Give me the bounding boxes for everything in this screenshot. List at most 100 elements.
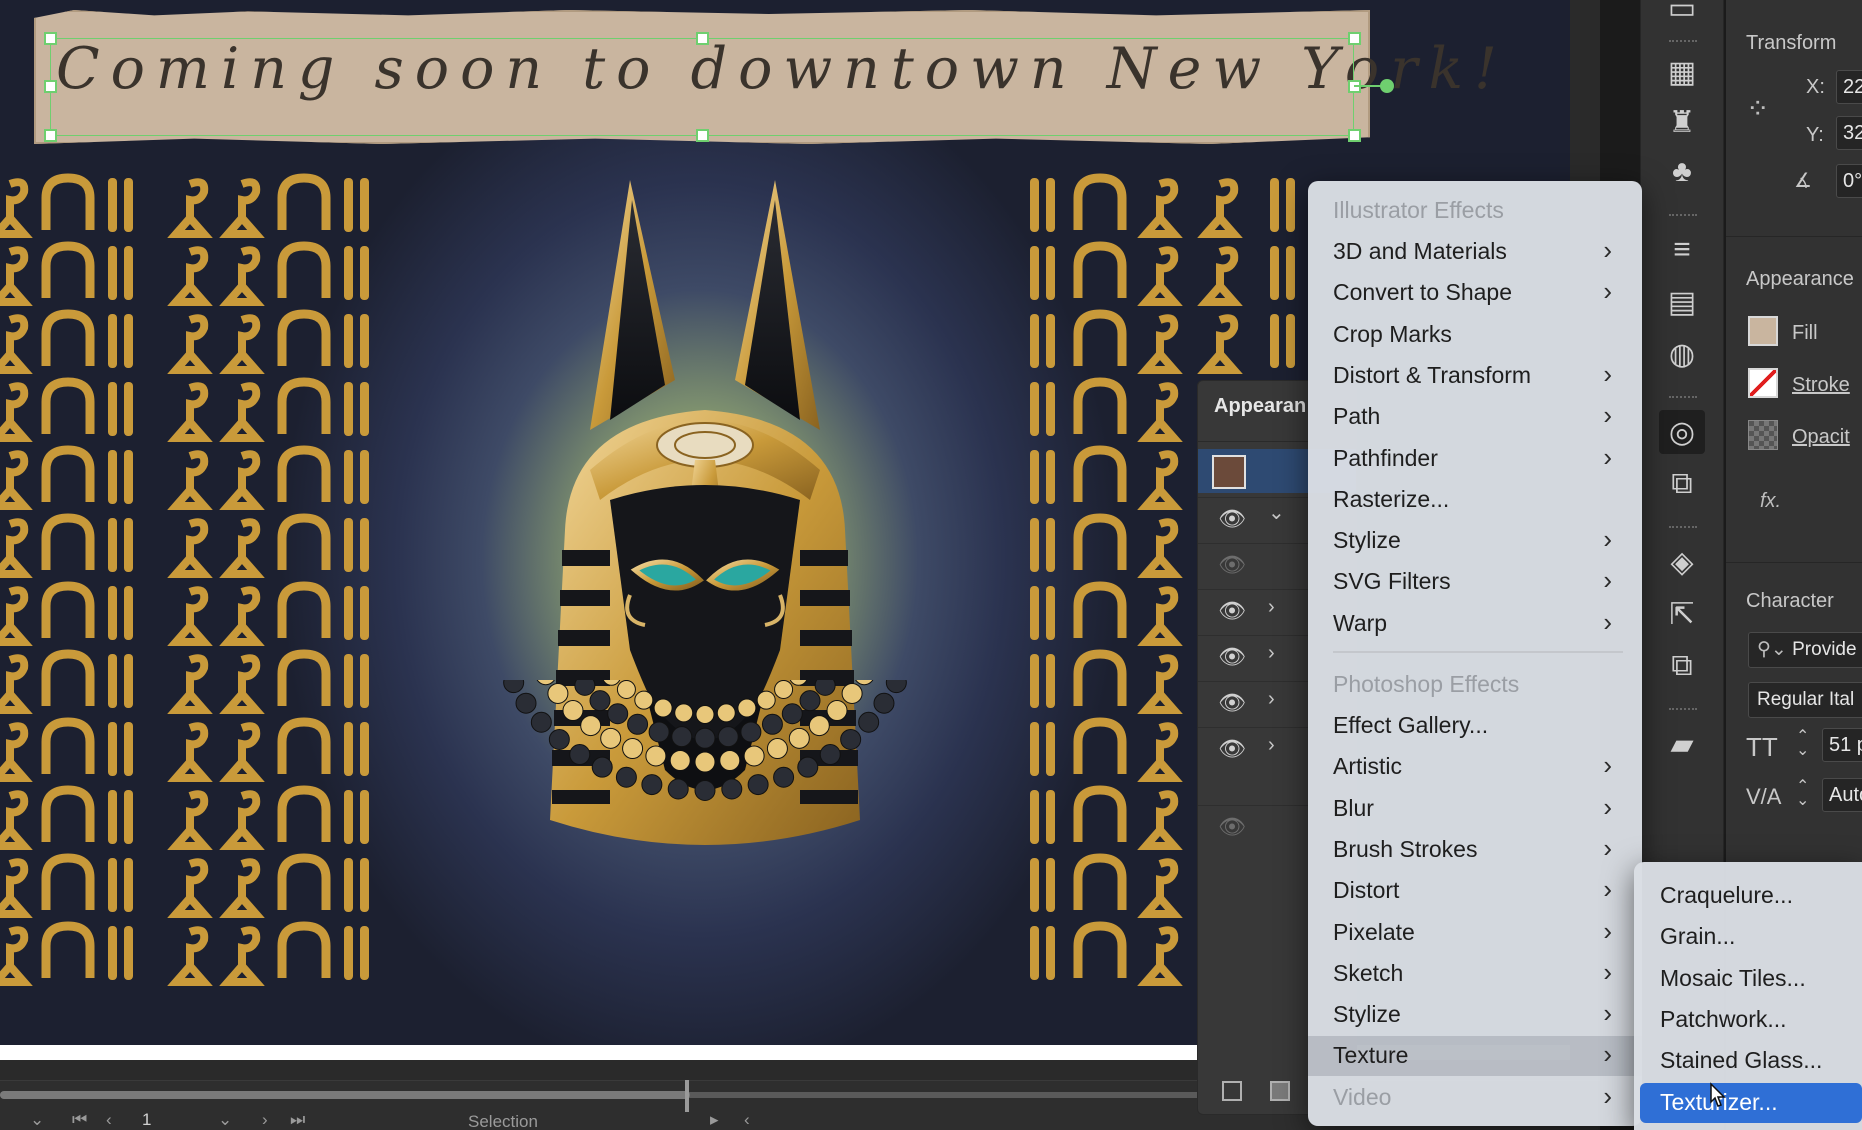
selection-handle-top-left[interactable] <box>44 32 57 45</box>
hieroglyph <box>344 382 369 436</box>
rotate-handle[interactable] <box>1380 79 1394 93</box>
visibility-eye-icon[interactable]: 👁 <box>1218 552 1246 578</box>
visibility-eye-icon[interactable]: 👁 <box>1218 690 1246 716</box>
texture-item-patchwork[interactable]: Patchwork... <box>1640 1000 1862 1040</box>
horizontal-scrollbar-thumb[interactable] <box>0 1091 690 1099</box>
tracking-stepper-icon[interactable]: ⌃ ⌄ <box>1796 779 1809 809</box>
hieroglyph <box>1030 246 1055 300</box>
fill-label[interactable]: Fill <box>1792 322 1818 345</box>
font-size-field[interactable]: 51 p <box>1822 728 1862 762</box>
expand-chevron-right-icon[interactable]: › <box>1268 596 1275 619</box>
menu-item-video[interactable]: Video › <box>1308 1078 1642 1118</box>
gradient-icon[interactable]: ▤ <box>1659 280 1705 324</box>
add-new-fill-button[interactable] <box>1270 1081 1290 1101</box>
menu-item-stylize[interactable]: Stylize › <box>1308 521 1642 561</box>
hieroglyph <box>344 586 369 640</box>
tracking-field[interactable]: Auto <box>1822 778 1862 812</box>
appearance-panel-icon[interactable]: ◎ <box>1659 410 1705 454</box>
menu-item-pathfinder[interactable]: Pathfinder › <box>1308 439 1642 479</box>
effect-menu: Illustrator Effects Photoshop Effects 3D… <box>1308 181 1642 1126</box>
symbols-icon[interactable]: ♣ <box>1659 150 1705 194</box>
status-back-icon[interactable]: ‹ <box>744 1110 750 1130</box>
stroke-label[interactable]: Stroke <box>1792 374 1850 397</box>
texture-item-grain[interactable]: Grain... <box>1640 917 1862 957</box>
expand-chevron-down-icon[interactable]: ⌄ <box>1268 500 1285 525</box>
status-play-icon[interactable]: ▸ <box>710 1110 719 1130</box>
menu-item-distort[interactable]: Distort › <box>1308 871 1642 911</box>
selection-handle-middle-left[interactable] <box>44 80 57 93</box>
next-artboard-icon[interactable]: › <box>262 1110 268 1130</box>
artboard-dropdown-chevron-icon[interactable]: ⌄ <box>218 1110 232 1130</box>
menu-item-convert-to-shape[interactable]: Convert to Shape › <box>1308 273 1642 313</box>
selection-handle-bottom-middle[interactable] <box>696 129 709 142</box>
texture-item-mosaic-tiles[interactable]: Mosaic Tiles... <box>1640 959 1862 999</box>
menu-item-stylize[interactable]: Stylize › <box>1308 995 1642 1035</box>
previous-artboard-icon[interactable]: ‹ <box>106 1110 112 1130</box>
collar-bead <box>855 680 874 686</box>
menu-item-3d-and-materials[interactable]: 3D and Materials › <box>1308 232 1642 272</box>
menu-item-svg-filters[interactable]: SVG Filters › <box>1308 562 1642 602</box>
y-position-field[interactable]: 32 <box>1836 116 1862 150</box>
font-size-stepper-icon[interactable]: ⌃ ⌄ <box>1796 729 1809 759</box>
expand-chevron-right-icon[interactable]: › <box>1268 642 1275 665</box>
menu-item-rasterize[interactable]: Rasterize... <box>1308 480 1642 520</box>
last-artboard-icon[interactable]: ⏭ <box>290 1110 305 1130</box>
menu-item-distort-transform[interactable]: Distort & Transform › <box>1308 356 1642 396</box>
fx-button[interactable]: fx. <box>1760 490 1781 513</box>
hieroglyph <box>0 518 33 578</box>
menu-item-path[interactable]: Path › <box>1308 397 1642 437</box>
export-icon[interactable]: ⇱ <box>1659 592 1705 636</box>
texture-item-stained-glass[interactable]: Stained Glass... <box>1640 1041 1862 1081</box>
layers-icon[interactable]: ◈ <box>1659 540 1705 584</box>
menu-item-texture[interactable]: Texture › <box>1308 1036 1642 1077</box>
visibility-eye-icon[interactable]: 👁 <box>1218 506 1246 532</box>
visibility-eye-icon[interactable]: 👁 <box>1218 736 1246 762</box>
menu-item-sketch[interactable]: Sketch › <box>1308 954 1642 994</box>
selection-handle-bottom-right[interactable] <box>1348 129 1361 142</box>
menu-item-blur[interactable]: Blur › <box>1308 789 1642 829</box>
menu-item-crop-marks[interactable]: Crop Marks <box>1308 315 1642 355</box>
texture-item-label: Stained Glass... <box>1660 1047 1823 1074</box>
x-position-field[interactable]: 22 <box>1836 70 1862 104</box>
menu-item-label: Texture <box>1333 1042 1409 1069</box>
banner-headline-text[interactable]: Coming soon to downtown New York! <box>56 36 1508 102</box>
menu-item-effect-gallery[interactable]: Effect Gallery... <box>1308 706 1642 746</box>
menu-item-label: Video <box>1333 1083 1392 1110</box>
fill-swatch[interactable] <box>1748 316 1778 346</box>
artboards-icon[interactable]: ⧉ <box>1659 644 1705 688</box>
texture-item-craquelure[interactable]: Craquelure... <box>1640 876 1862 916</box>
visibility-eye-icon[interactable]: 👁 <box>1218 814 1246 840</box>
selection-handle-top-right[interactable] <box>1348 32 1361 45</box>
expand-chevron-right-icon[interactable]: › <box>1268 688 1275 711</box>
brushes-icon[interactable]: ♜ <box>1659 100 1705 144</box>
zoom-dropdown-chevron-icon[interactable]: ⌄ <box>30 1110 44 1130</box>
menu-item-warp[interactable]: Warp › <box>1308 604 1642 644</box>
menu-item-pixelate[interactable]: Pixelate › <box>1308 913 1642 953</box>
graphic-styles-icon[interactable]: ⧉ <box>1659 462 1705 506</box>
libraries-icon[interactable]: ▭ <box>1659 0 1705 30</box>
visibility-eye-icon[interactable]: 👁 <box>1218 598 1246 624</box>
selection-handle-bottom-left[interactable] <box>44 129 57 142</box>
texture-item-texturizer[interactable]: Texturizer... <box>1640 1082 1862 1123</box>
artboard-number-field[interactable]: 1 <box>142 1110 151 1130</box>
submenu-chevron-right-icon: › <box>1603 235 1612 265</box>
transparency-icon[interactable]: ◍ <box>1659 332 1705 376</box>
menu-item-brush-strokes[interactable]: Brush Strokes › <box>1308 830 1642 870</box>
rotation-field[interactable]: 0° <box>1836 164 1862 198</box>
stroke-panel-icon[interactable]: ≡ <box>1659 228 1705 272</box>
visibility-eye-icon[interactable]: 👁 <box>1218 644 1246 670</box>
first-artboard-icon[interactable]: ⏮ <box>72 1110 87 1130</box>
swatches-icon[interactable]: ▦ <box>1659 50 1705 94</box>
font-style-dropdown[interactable]: Regular Ital <box>1748 682 1862 718</box>
selection-handle-top-middle[interactable] <box>696 32 709 45</box>
font-family-field[interactable]: ⚲⌄ Provide <box>1748 632 1862 668</box>
menu-item-label: Convert to Shape <box>1333 279 1513 306</box>
comments-icon[interactable]: ▰ <box>1659 722 1705 766</box>
reference-point-icon[interactable]: ⁘ <box>1746 92 1769 125</box>
menu-item-artistic[interactable]: Artistic › <box>1308 747 1642 787</box>
opacity-label[interactable]: Opacit <box>1792 426 1850 449</box>
add-new-stroke-button[interactable] <box>1222 1081 1242 1101</box>
stroke-swatch-none[interactable] <box>1748 368 1778 398</box>
collar-bead <box>808 715 830 737</box>
expand-chevron-right-icon[interactable]: › <box>1268 734 1275 757</box>
